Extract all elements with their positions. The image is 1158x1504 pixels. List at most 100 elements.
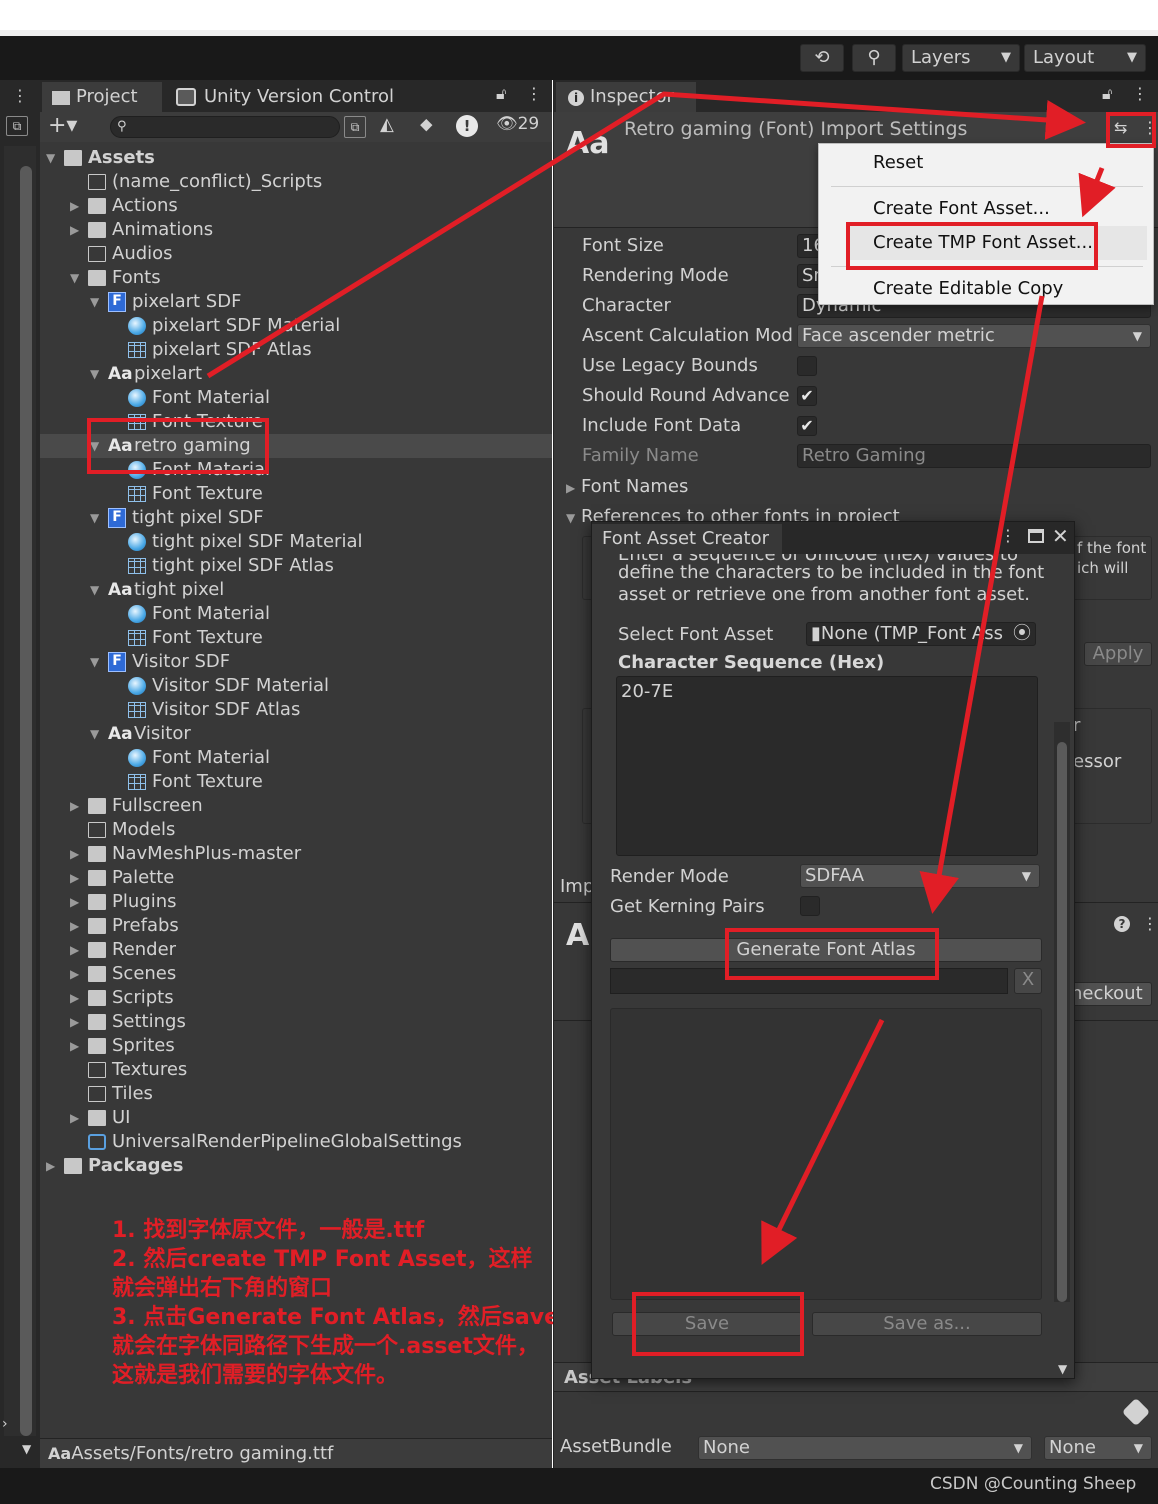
tree-item[interactable]: Font Texture [40, 770, 552, 794]
chevron-right-icon[interactable]: ▶ [70, 194, 79, 218]
tree-item[interactable]: ▶ NavMeshPlus-master [40, 842, 552, 866]
search-button[interactable]: ⚲ [852, 44, 896, 72]
more-icon[interactable]: ⋮ [1132, 84, 1148, 103]
tree-item[interactable]: Audios [40, 242, 552, 266]
tree-item[interactable]: Font Texture [40, 626, 552, 650]
chevron-right-icon[interactable]: ▶ [46, 1154, 55, 1178]
chevron-right-icon[interactable]: ▶ [70, 986, 79, 1010]
tab-project[interactable]: Project [42, 82, 162, 112]
tree-item[interactable]: Visitor SDF Material [40, 674, 552, 698]
tree-item[interactable]: ▼ Aa tight pixel [40, 578, 552, 602]
chevron-down-icon[interactable]: ▼ [70, 266, 79, 290]
chevron-right-icon[interactable]: ▶ [70, 218, 79, 242]
tree-item[interactable]: ▶ UI [40, 1106, 552, 1130]
property-checkbox[interactable]: ✔ [797, 386, 817, 406]
chevron-down-icon[interactable]: ▼ [90, 578, 99, 602]
filter-by-type-icon[interactable]: ◭ [380, 114, 394, 135]
checkout-button[interactable]: heckout [1064, 982, 1152, 1006]
scrollbar-thumb[interactable] [20, 166, 32, 1436]
chevron-right-icon[interactable]: ▶ [70, 890, 79, 914]
more-icon[interactable]: ⋮ [526, 84, 542, 103]
tree-item[interactable]: ▼ Ftight pixel SDF [40, 506, 552, 530]
tree-item[interactable]: ▶ Settings [40, 1010, 552, 1034]
chevron-right-icon[interactable]: ▶ [70, 794, 79, 818]
tree-item[interactable]: ▶ Scripts [40, 986, 552, 1010]
property-checkbox[interactable] [797, 356, 817, 376]
tab-inspector[interactable]: i Inspector [556, 82, 696, 112]
maximize-icon[interactable] [1028, 529, 1044, 543]
variant-dropdown[interactable]: None ▼ [1044, 1436, 1152, 1460]
tree-item[interactable]: ▼ Fonts [40, 266, 552, 290]
menu-item-reset[interactable]: Reset [873, 148, 923, 178]
tree-item[interactable]: ▶ Sprites [40, 1034, 552, 1058]
chevron-right-icon[interactable]: ▶ [70, 938, 79, 962]
chevron-down-icon[interactable]: ▼ [46, 146, 55, 170]
tree-item[interactable]: ▶ Actions [40, 194, 552, 218]
property-checkbox[interactable]: ✔ [797, 416, 817, 436]
panel-toggle-icon[interactable]: ⧉ [6, 116, 28, 136]
close-icon[interactable]: ✕ [1052, 524, 1069, 548]
tree-item[interactable]: Font Texture [40, 482, 552, 506]
chevron-right-icon[interactable]: ▶ [70, 914, 79, 938]
tree-item[interactable]: ▼ Fpixelart SDF [40, 290, 552, 314]
tree-item[interactable]: ▼ Aa pixelart [40, 362, 552, 386]
creator-title-bar[interactable]: Font Asset Creator ⋮ ✕ [592, 522, 1074, 554]
tree-item[interactable]: ▼ Assets [40, 146, 552, 170]
tree-item[interactable]: Font Material [40, 746, 552, 770]
property-field[interactable]: Retro Gaming [797, 444, 1151, 468]
tree-item[interactable]: UniversalRenderPipelineGlobalSettings [40, 1130, 552, 1154]
layout-dropdown[interactable]: Layout ▼ [1024, 44, 1146, 72]
creator-scrollbar-thumb[interactable] [1057, 742, 1067, 1302]
apply-button[interactable]: Apply [1084, 642, 1152, 666]
tree-item[interactable]: pixelart SDF Atlas [40, 338, 552, 362]
tree-item[interactable]: ▶ Scenes [40, 962, 552, 986]
chevron-down-icon[interactable]: ▼ [90, 290, 99, 314]
chevron-right-icon[interactable]: ▶ [70, 866, 79, 890]
clear-button[interactable]: X [1014, 968, 1042, 994]
history-button[interactable]: ⟲ [800, 44, 844, 72]
menu-item-create-font-asset[interactable]: Create Font Asset... [873, 194, 1050, 224]
tree-item[interactable]: Visitor SDF Atlas [40, 698, 552, 722]
chevron-down-icon[interactable]: ▼ [90, 722, 99, 746]
tree-item[interactable]: pixelart SDF Material [40, 314, 552, 338]
tree-item[interactable]: ▼ Aa Visitor [40, 722, 552, 746]
tree-item[interactable]: tight pixel SDF Material [40, 530, 552, 554]
tree-item[interactable]: Font Material [40, 602, 552, 626]
character-sequence-input[interactable]: 20-7E [616, 676, 1038, 856]
help-icon[interactable]: ? [1114, 916, 1130, 932]
tree-item[interactable]: ▶ Plugins [40, 890, 552, 914]
more-icon[interactable]: ⋮ [1000, 526, 1016, 545]
tree-item[interactable]: Tiles [40, 1082, 552, 1106]
chevron-right-icon[interactable]: ▶ [70, 842, 79, 866]
tab-unity-version-control[interactable]: Unity Version Control [170, 82, 430, 112]
more-icon[interactable]: ⋮ [1142, 914, 1158, 933]
tree-item[interactable]: ▶ Prefabs [40, 914, 552, 938]
chevron-right-icon[interactable]: ▶ [70, 1010, 79, 1034]
object-picker-icon[interactable]: ⦿ [1013, 623, 1031, 645]
tree-item[interactable]: ▶ Fullscreen [40, 794, 552, 818]
chevron-down-icon[interactable]: ▼ [1058, 1362, 1067, 1376]
tree-item[interactable]: tight pixel SDF Atlas [40, 554, 552, 578]
lock-icon[interactable]: 🔓︎ [496, 84, 506, 104]
assetbundle-dropdown[interactable]: None ▼ [698, 1436, 1032, 1460]
render-mode-dropdown[interactable]: SDFAA ▼ [800, 864, 1040, 888]
warning-icon[interactable]: ! [456, 115, 478, 137]
tree-item[interactable]: Font Material [40, 386, 552, 410]
menu-item-create-editable-copy[interactable]: Create Editable Copy [873, 274, 1063, 304]
kerning-checkbox[interactable] [800, 896, 820, 916]
lock-icon[interactable]: 🔓︎ [1102, 84, 1112, 104]
tree-item[interactable]: ▶ Animations [40, 218, 552, 242]
chevron-down-icon[interactable]: ▼ [90, 650, 99, 674]
chevron-right-icon[interactable]: ▶ [70, 1106, 79, 1130]
layers-dropdown[interactable]: Layers ▼ [902, 44, 1020, 72]
label-tag-icon[interactable] [1121, 1397, 1151, 1427]
property-dropdown[interactable]: Face ascender metric ▼ [797, 324, 1151, 348]
filter-by-label-icon[interactable]: ⬥ [420, 114, 433, 135]
tree-item[interactable]: ▶ Render [40, 938, 552, 962]
more-icon[interactable]: ⋮ [12, 86, 28, 105]
tree-item[interactable]: (name_conflict)_Scripts [40, 170, 552, 194]
font-names-foldout[interactable]: ▶ Font Names [566, 476, 688, 497]
tree-item[interactable]: ▶ Packages [40, 1154, 552, 1178]
tree-item[interactable]: ▶ Palette [40, 866, 552, 890]
save-as-button[interactable]: Save as... [812, 1312, 1042, 1336]
